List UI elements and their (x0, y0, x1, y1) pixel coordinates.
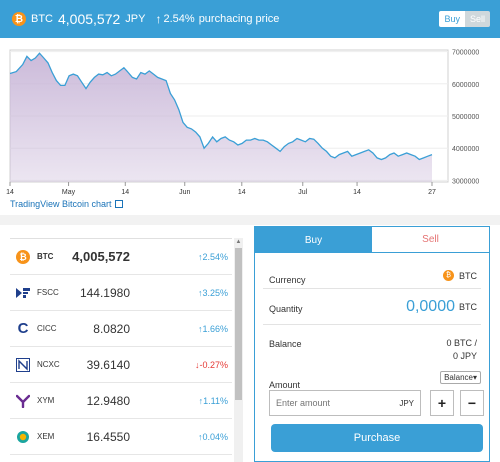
x-tick-label: 14 (353, 189, 361, 196)
tab-buy[interactable]: Buy (255, 227, 372, 253)
xem-icon (16, 430, 30, 444)
balance-label: Balance (269, 339, 302, 349)
tradingview-link[interactable]: TradingView Bitcoin chart (10, 199, 123, 209)
x-tick-label: 27 (428, 189, 436, 196)
quantity-value: 0,0000 BTC (406, 298, 477, 315)
scroll-up-icon[interactable]: ▲ (234, 238, 243, 246)
coin-value: 144.1980 (79, 285, 130, 300)
coin-symbol: XEM (37, 432, 55, 441)
list-scrollbar[interactable]: ▲ (234, 238, 243, 462)
y-tick-label: 7000000 (452, 50, 479, 57)
balance-value: 0 BTC / 0 JPY (446, 338, 477, 361)
external-link-icon (114, 200, 123, 208)
list-item[interactable]: NCXC 39.6140 ↓-0.27% (10, 347, 232, 383)
balance-select[interactable]: Balance▾ (440, 371, 481, 384)
quantity-label: Quantity (269, 304, 303, 314)
balance-row: Balance 0 BTC / 0 JPY (269, 334, 477, 364)
y-tick-label: 3000000 (452, 178, 479, 185)
coin-value: 4,005,572 (72, 249, 130, 264)
coin-change: ↑3.25% (197, 287, 228, 298)
coin-change: ↓-0.27% (194, 359, 228, 370)
header-symbol: BTC (31, 13, 53, 25)
xym-icon (16, 394, 30, 408)
coin-symbol: NCXC (37, 360, 60, 369)
list-item[interactable]: ₿ BTC 4,005,572 ↑2.54% (10, 239, 232, 275)
purchase-button[interactable]: Purchase (271, 424, 483, 452)
cicc-icon: C (17, 320, 29, 337)
list-item[interactable]: FSCC 144.1980 ↑3.25% (10, 275, 232, 311)
coin-symbol: BTC (37, 252, 54, 261)
coin-change: ↑1.11% (198, 395, 228, 406)
y-tick-label: 6000000 (452, 82, 479, 89)
arrow-up-icon: ↑ (155, 12, 162, 26)
trade-panel: Buy Sell Currency ₿ BTC Quantity 0,0000 … (254, 226, 490, 462)
list-item[interactable]: C CICC 8.0820 ↑1.66% (10, 311, 232, 347)
coin-symbol: CICC (37, 324, 57, 333)
header-price: 4,005,572 (58, 11, 121, 27)
tab-sell[interactable]: Sell (372, 227, 489, 253)
x-tick-label: Jul (298, 189, 307, 196)
x-tick-label: 14 (238, 189, 246, 196)
x-tick-label: May (62, 189, 76, 196)
coin-value: 8.0820 (93, 321, 130, 336)
coin-value: 16.4550 (86, 429, 130, 444)
coin-value: 12.9480 (86, 393, 130, 408)
toggle-sell[interactable]: Sell (464, 11, 490, 27)
list-item[interactable]: XEM 16.4550 ↑0.04% (10, 419, 232, 455)
coin-change: ↑1.66% (197, 323, 228, 334)
price-chart[interactable]: 7000000 6000000 5000000 4000000 3000000 14 May… (0, 46, 500, 196)
coin-value: 39.6140 (86, 357, 130, 372)
tradingview-link-label[interactable]: TradingView Bitcoin chart (10, 199, 112, 209)
amount-label: Amount (269, 380, 301, 390)
trade-tabs: Buy Sell (255, 227, 489, 253)
quantity-row: Quantity 0,0000 BTC (269, 298, 477, 317)
price-header: ₿ BTC 4,005,572 JPY ↑ 2.54% purchacing p… (0, 0, 500, 38)
bitcoin-icon: ₿ (12, 12, 26, 26)
currency-label: Currency (269, 275, 306, 285)
header-change: 2.54% (163, 13, 195, 25)
scrollbar-thumb[interactable] (235, 248, 242, 400)
coin-change: ↑0.04% (197, 431, 228, 442)
bitcoin-icon: ₿ (443, 270, 454, 281)
y-tick-label: 4000000 (452, 146, 479, 153)
coin-change: ↑2.54% (197, 251, 228, 262)
fscc-icon (16, 286, 30, 300)
list-item[interactable]: XYM 12.9480 ↑1.11% (10, 383, 232, 419)
coin-list: ₿ BTC 4,005,572 ↑2.54% FSCC 144.1980 ↑3.… (10, 238, 232, 462)
divider (263, 324, 481, 325)
decrement-button[interactable]: − (460, 390, 484, 416)
increment-button[interactable]: + (430, 390, 454, 416)
currency-value: ₿ BTC (443, 270, 477, 281)
toggle-buy[interactable]: Buy (439, 11, 465, 27)
x-tick-label: 14 (6, 189, 14, 196)
buy-sell-toggle: Buy Sell (439, 11, 490, 27)
x-tick-label: Jun (179, 189, 190, 196)
amount-field[interactable]: JPY (269, 390, 421, 416)
y-tick-label: 5000000 (452, 114, 479, 121)
divider (263, 288, 481, 289)
amount-input[interactable] (270, 398, 386, 408)
coin-symbol: XYM (37, 396, 55, 405)
x-tick-label: 14 (121, 189, 129, 196)
currency-row: Currency ₿ BTC (269, 270, 477, 288)
chart-svg: 7000000 6000000 5000000 4000000 3000000 14 May… (6, 49, 479, 196)
coin-symbol: FSCC (37, 288, 59, 297)
header-currency: JPY (125, 13, 146, 25)
bitcoin-icon: ₿ (16, 249, 30, 264)
ncxc-icon (16, 357, 30, 372)
header-label: purchacing price (198, 13, 280, 25)
amount-unit: JPY (399, 398, 414, 408)
divider-band (0, 215, 500, 225)
